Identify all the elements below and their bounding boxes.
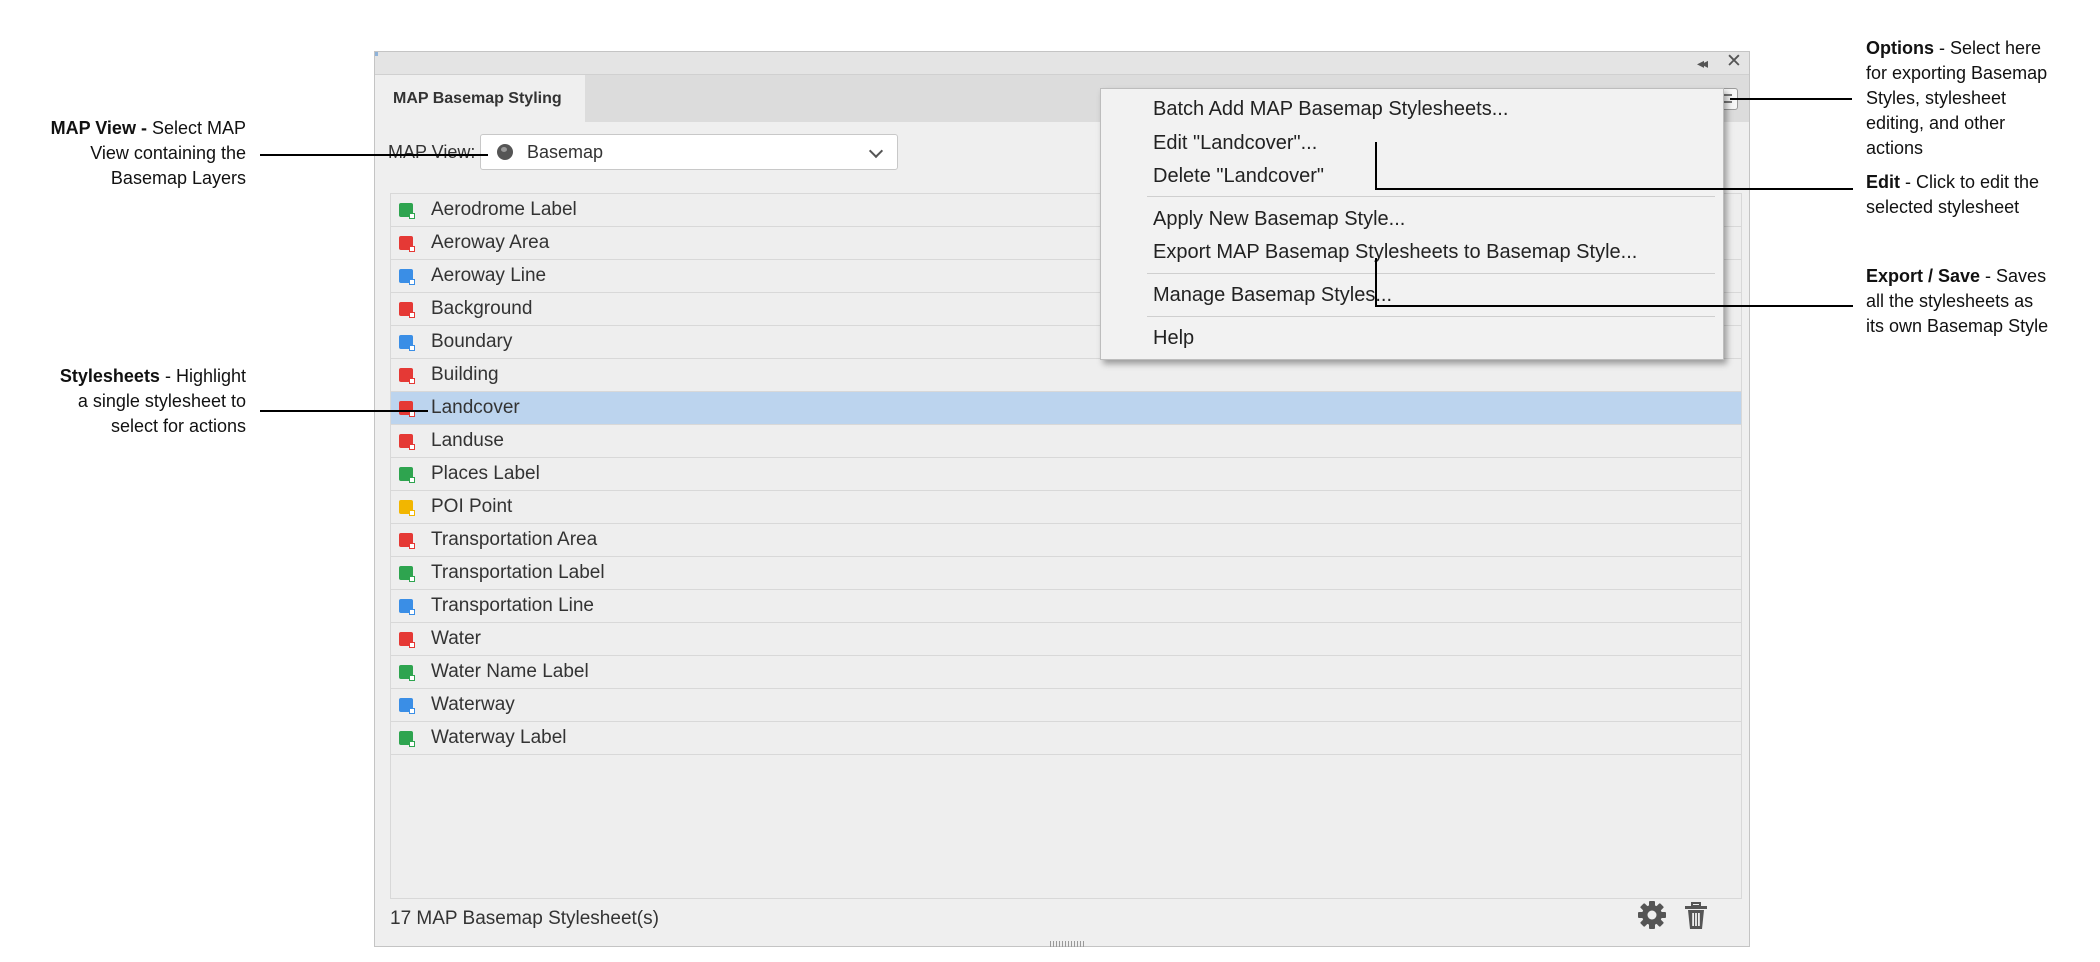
stylesheet-row[interactable]: Water Name Label (391, 656, 1741, 689)
stylesheet-label: Places Label (431, 463, 540, 484)
stylesheet-label: Boundary (431, 331, 513, 352)
menu-separator (1147, 196, 1715, 197)
stylesheet-label: Transportation Area (431, 529, 598, 550)
annotation-export-save: Export / Save - Saves all the stylesheet… (1866, 266, 2049, 336)
stylesheet-label: Waterway Label (431, 727, 567, 748)
stylesheet-icon (399, 368, 415, 384)
stylesheet-icon (399, 236, 415, 252)
annotation-edit: Edit - Click to edit the selected styles… (1866, 172, 2040, 217)
stylesheet-row[interactable]: Landuse (391, 425, 1741, 458)
callout-line-edit-vertical (1375, 142, 1377, 190)
callout-line-export (1375, 305, 1853, 307)
annotation-options: Options - Select here for exporting Base… (1866, 38, 2048, 158)
stylesheet-label: Aeroway Line (431, 265, 547, 286)
callout-line-edit (1375, 188, 1853, 190)
stylesheet-label: Transportation Label (431, 562, 605, 583)
options-dropdown-menu: Batch Add MAP Basemap Stylesheets... Edi… (1100, 88, 1724, 360)
stylesheet-icon (399, 203, 415, 219)
stylesheet-icon (399, 665, 415, 681)
gear-icon[interactable] (1637, 900, 1667, 930)
stylesheet-icon (399, 599, 415, 615)
stylesheet-label: Background (431, 298, 533, 319)
callout-line-stylesheets (260, 410, 428, 412)
annotation-stylesheets: Stylesheets - Highlight a single stylesh… (59, 366, 246, 436)
stylesheet-row[interactable]: Transportation Label (391, 557, 1741, 590)
menu-item-batch-add[interactable]: Batch Add MAP Basemap Stylesheets... (1153, 98, 1508, 121)
stylesheet-label: Water Name Label (431, 661, 589, 682)
map-view-label: MAP View: (388, 142, 476, 162)
trash-icon[interactable] (1684, 902, 1708, 930)
stylesheet-icon (399, 467, 415, 483)
stylesheet-row[interactable]: Landcover (391, 392, 1741, 425)
stylesheet-label: Transportation Line (431, 595, 595, 616)
menu-item-export[interactable]: Export MAP Basemap Stylesheets to Basema… (1153, 241, 1637, 264)
panel-title-strip (375, 52, 1749, 75)
stylesheet-icon (399, 302, 415, 318)
stylesheet-label: Landuse (431, 430, 504, 451)
map-view-value: Basemap (527, 142, 604, 162)
menu-item-apply-new-style[interactable]: Apply New Basemap Style... (1153, 208, 1405, 231)
stylesheet-row[interactable]: Places Label (391, 458, 1741, 491)
stylesheet-label: Building (431, 364, 499, 385)
menu-separator (1147, 273, 1715, 274)
globe-icon (497, 144, 513, 160)
stylesheet-icon (399, 566, 415, 582)
stylesheet-label: Landcover (431, 397, 520, 418)
stylesheet-label: POI Point (431, 496, 513, 517)
stylesheet-label: Aeroway Area (431, 232, 550, 253)
stylesheet-icon (399, 500, 415, 516)
stylesheet-row[interactable]: Building (391, 359, 1741, 392)
menu-item-help[interactable]: Help (1153, 327, 1194, 350)
stylesheet-row[interactable]: Transportation Area (391, 524, 1741, 557)
close-icon[interactable]: ✕ (1726, 51, 1742, 73)
stylesheet-row[interactable]: Waterway Label (391, 722, 1741, 755)
menu-item-edit[interactable]: Edit "Landcover"... (1153, 132, 1317, 155)
menu-item-manage-styles[interactable]: Manage Basemap Styles... (1153, 284, 1392, 307)
stylesheet-label: Aerodrome Label (431, 199, 577, 220)
stylesheet-label: Waterway (431, 694, 515, 715)
stylesheet-row[interactable]: POI Point (391, 491, 1741, 524)
stylesheet-icon (399, 698, 415, 714)
stylesheet-icon (399, 731, 415, 747)
callout-line-export-vertical (1375, 258, 1377, 307)
annotation-map-view: MAP View - Select MAP View containing th… (50, 118, 246, 188)
stylesheet-icon (399, 533, 415, 549)
menu-item-delete[interactable]: Delete "Landcover" (1153, 165, 1324, 188)
stylesheet-label: Water (431, 628, 481, 649)
map-view-select[interactable]: Basemap (480, 134, 898, 170)
menu-separator (1147, 316, 1715, 317)
stylesheet-icon (399, 401, 415, 417)
stylesheet-icon (399, 434, 415, 450)
chevron-down-icon (868, 143, 884, 159)
stylesheet-icon (399, 632, 415, 648)
stylesheet-icon (399, 335, 415, 351)
collapse-icon[interactable]: ◂◂ (1697, 52, 1708, 74)
resize-grip[interactable] (1050, 941, 1086, 947)
stylesheet-row[interactable]: Water (391, 623, 1741, 656)
callout-line-map-view (260, 154, 488, 156)
tab-map-basemap-styling[interactable]: MAP Basemap Styling (375, 75, 585, 122)
stylesheet-icon (399, 269, 415, 285)
stylesheet-row[interactable]: Transportation Line (391, 590, 1741, 623)
callout-line-options (1730, 98, 1852, 100)
stylesheet-count: 17 MAP Basemap Stylesheet(s) (390, 908, 659, 929)
stylesheet-row[interactable]: Waterway (391, 689, 1741, 722)
